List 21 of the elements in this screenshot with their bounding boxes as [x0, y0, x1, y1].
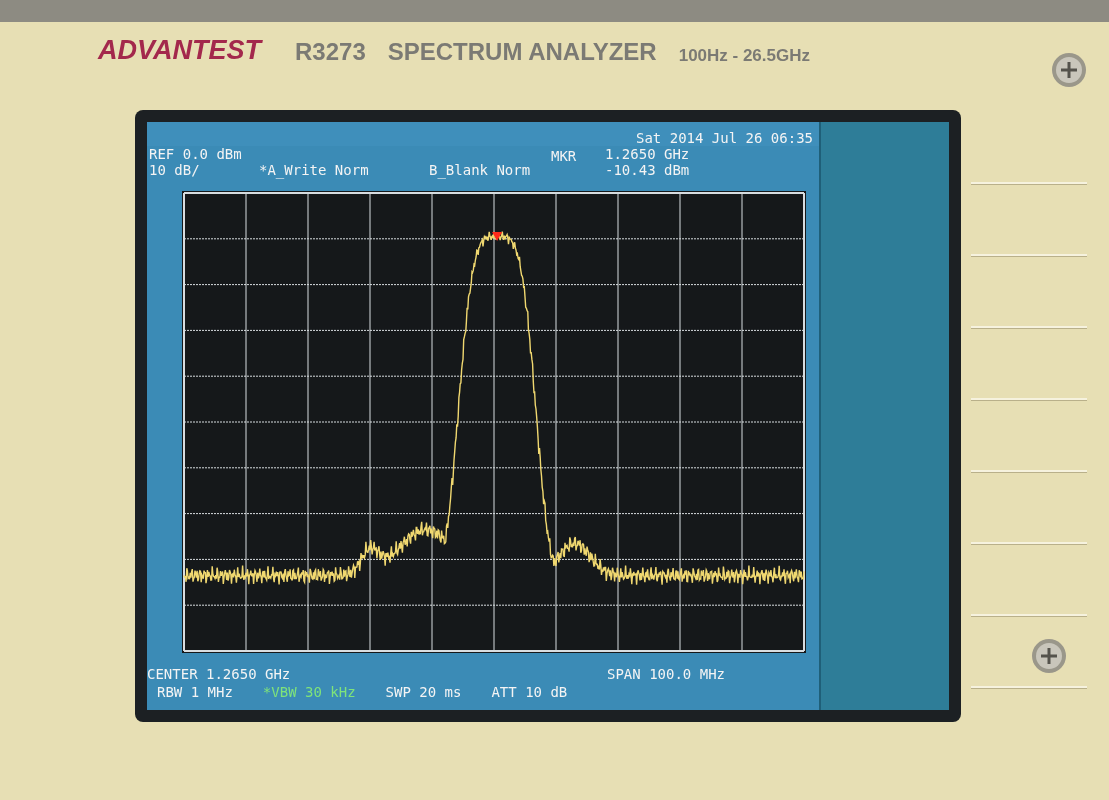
sweep-setting: ATT 10 dB [491, 684, 568, 700]
product-name: SPECTRUM ANALYZER [387, 40, 657, 64]
trace-b-label: B_Blank Norm [429, 162, 531, 178]
sweep-setting: *VBW 30 kHz [262, 684, 356, 700]
date-time: Sat 2014 Jul 26 06:35 [636, 130, 813, 146]
reference-level: REF 0.0 dBm [149, 146, 243, 162]
center-frequency: CENTER 1.2650 GHz [147, 666, 291, 682]
model-number: R3273 [295, 40, 366, 64]
marker-frequency: 1.2650 GHz [605, 146, 690, 162]
marker-icon [492, 231, 503, 242]
screw-icon [1031, 638, 1067, 674]
marker-level: -10.43 dBm [605, 162, 690, 178]
marker-label: MKR [551, 148, 578, 166]
screw-icon [1051, 52, 1087, 88]
frequency-span: SPAN 100.0 MHz [607, 666, 725, 682]
trace-a-label: *A_Write Norm [259, 162, 370, 178]
sweep-setting: RBW 1 MHz [157, 684, 233, 700]
frequency-range: 100Hz - 26.5GHz [678, 47, 810, 64]
brand-logo: ADVANTEST [98, 37, 261, 64]
scale-label: 10 dB/ [149, 162, 201, 178]
sweep-setting: SWP 20 ms [385, 684, 462, 700]
